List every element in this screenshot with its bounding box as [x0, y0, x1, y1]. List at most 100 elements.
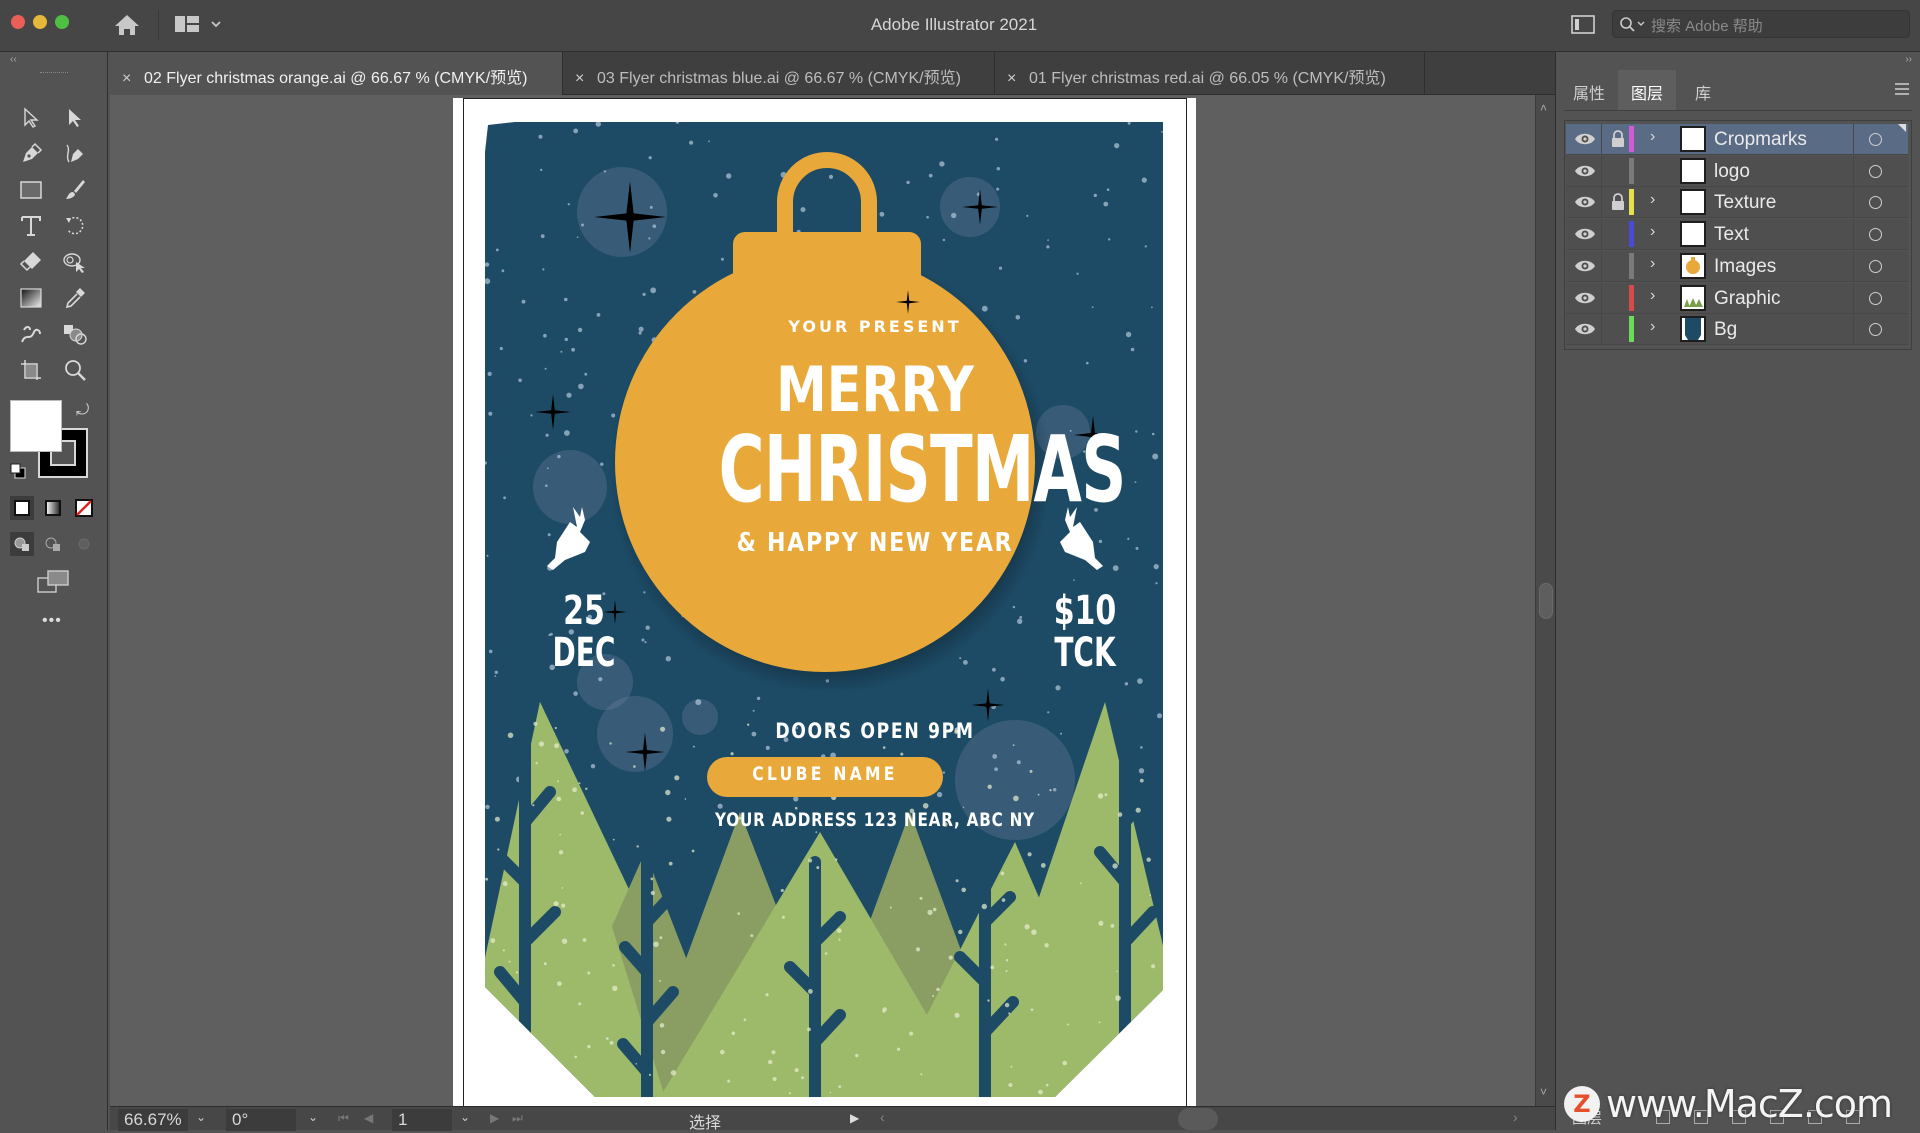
draw-behind-button[interactable] — [41, 532, 65, 556]
eraser-tool[interactable] — [14, 246, 48, 278]
layer-target-icon[interactable] — [1869, 291, 1882, 305]
lock-toggle[interactable] — [1610, 320, 1626, 338]
rotation-dropdown-icon[interactable]: ⌄ — [308, 1110, 318, 1124]
tab-libraries[interactable]: 库 — [1678, 70, 1728, 110]
pen-tool[interactable] — [14, 138, 48, 170]
layer-row-images[interactable]: › Images — [1566, 250, 1908, 282]
tab-blue-flyer[interactable]: × 03 Flyer christmas blue.ai @ 66.67 % (C… — [563, 52, 995, 95]
shape-builder-tool[interactable] — [58, 318, 92, 350]
swap-fill-stroke-icon[interactable]: ⤾ — [76, 402, 89, 420]
draw-inside-button[interactable] — [72, 532, 96, 556]
layer-name[interactable]: Text — [1714, 224, 1749, 246]
layer-target-icon[interactable] — [1869, 164, 1882, 178]
lock-icon[interactable] — [1610, 130, 1626, 148]
last-artboard-icon[interactable]: ⏭ — [512, 1111, 523, 1126]
expand-chevron-icon[interactable]: › — [1650, 287, 1655, 305]
collapse-panel-icon[interactable]: ›› — [1905, 54, 1912, 65]
layer-target-icon[interactable] — [1869, 196, 1882, 210]
tab-layers[interactable]: 图层 — [1618, 70, 1676, 110]
layer-name[interactable]: logo — [1714, 161, 1750, 183]
gradient-tool[interactable] — [14, 282, 48, 314]
rotate-tool[interactable] — [58, 210, 92, 242]
lock-icon[interactable] — [1610, 193, 1626, 211]
more-tools-button[interactable]: ••• — [42, 612, 62, 630]
horizontal-scroll-thumb[interactable] — [1178, 1108, 1218, 1130]
expand-chevron-icon[interactable]: › — [1650, 255, 1655, 273]
scroll-thumb[interactable] — [1539, 583, 1553, 619]
scroll-right-icon[interactable]: › — [1513, 1109, 1518, 1125]
zoom-dropdown-icon[interactable]: ⌄ — [196, 1110, 206, 1124]
panel-toggle-icon[interactable] — [1570, 13, 1598, 37]
lock-toggle[interactable] — [1610, 257, 1626, 275]
expand-chevron-icon[interactable]: › — [1650, 223, 1655, 241]
layer-row-bg[interactable]: › Bg — [1566, 314, 1908, 346]
layer-row-cropmarks[interactable]: › Cropmarks — [1566, 124, 1908, 155]
vertical-scrollbar[interactable]: ˄ ˅ — [1535, 95, 1555, 1106]
eyedropper-tool[interactable] — [58, 282, 92, 314]
collapse-toolbar-icon[interactable]: ‹‹ — [10, 54, 17, 65]
layer-target-icon[interactable] — [1869, 323, 1882, 337]
layer-name[interactable]: Cropmarks — [1714, 129, 1807, 151]
symbol-sprayer-tool[interactable] — [14, 318, 48, 350]
scroll-up-icon[interactable]: ˄ — [1540, 101, 1547, 115]
tab-orange-flyer[interactable]: × 02 Flyer christmas orange.ai @ 66.67 % … — [110, 52, 563, 95]
visibility-eye-icon[interactable] — [1574, 194, 1596, 210]
screen-mode-button[interactable] — [36, 568, 72, 596]
zoom-level-field[interactable]: 66.67% — [118, 1109, 188, 1131]
default-fill-stroke-icon[interactable] — [9, 462, 27, 480]
panel-menu-icon[interactable] — [1894, 82, 1910, 96]
visibility-eye-icon[interactable] — [1574, 226, 1596, 242]
scroll-left-icon[interactable]: ‹ — [880, 1109, 885, 1125]
visibility-eye-icon[interactable] — [1574, 258, 1596, 274]
draw-normal-button[interactable] — [10, 532, 34, 556]
scroll-down-icon[interactable]: ˅ — [1540, 1085, 1547, 1099]
color-mode-button[interactable] — [10, 496, 34, 520]
paintbrush-tool[interactable] — [58, 174, 92, 206]
visibility-eye-icon[interactable] — [1574, 321, 1596, 337]
selection-tool[interactable] — [14, 102, 48, 134]
close-tab-icon[interactable]: × — [122, 70, 144, 88]
close-tab-icon[interactable]: × — [1007, 70, 1029, 88]
close-tab-icon[interactable]: × — [575, 70, 597, 88]
visibility-eye-icon[interactable] — [1574, 131, 1596, 147]
previous-artboard-icon[interactable]: ◀ — [364, 1111, 373, 1125]
artboard-dropdown-icon[interactable]: ⌄ — [460, 1110, 470, 1124]
layer-name[interactable]: Texture — [1714, 192, 1776, 214]
expand-chevron-icon[interactable]: › — [1650, 318, 1655, 336]
layer-target-icon[interactable] — [1869, 228, 1882, 242]
none-mode-button[interactable] — [72, 496, 96, 520]
rotation-field[interactable]: 0° — [226, 1109, 296, 1131]
lock-toggle[interactable] — [1610, 162, 1626, 180]
next-artboard-icon[interactable]: ▶ — [490, 1111, 499, 1125]
canvas[interactable]: YOUR PRESENT MERRY CHRISTMAS & HAPPY NEW… — [110, 95, 1535, 1106]
layer-name[interactable]: Images — [1714, 256, 1776, 278]
visibility-eye-icon[interactable] — [1574, 163, 1596, 179]
toolbar-grip[interactable] — [40, 72, 68, 75]
rectangle-tool[interactable] — [14, 174, 48, 206]
layer-row-text[interactable]: › Text — [1566, 219, 1908, 251]
tab-properties[interactable]: 属性 — [1564, 70, 1614, 110]
help-search-input[interactable]: 搜索 Adobe 帮助 — [1612, 10, 1910, 38]
zoom-tool[interactable] — [58, 354, 92, 386]
type-tool[interactable] — [14, 210, 48, 242]
direct-selection-tool[interactable] — [58, 102, 92, 134]
tool-status-label[interactable]: 选择 — [540, 1107, 870, 1133]
visibility-eye-icon[interactable] — [1574, 290, 1596, 306]
fill-swatch[interactable] — [10, 400, 62, 452]
artboard-tool[interactable] — [14, 354, 48, 386]
layer-name[interactable]: Bg — [1714, 319, 1737, 341]
layer-row-graphic[interactable]: › Graphic — [1566, 282, 1908, 314]
expand-chevron-icon[interactable]: › — [1650, 128, 1655, 146]
lock-toggle[interactable] — [1610, 289, 1626, 307]
layer-target-icon[interactable] — [1869, 259, 1882, 273]
gradient-mode-button[interactable] — [41, 496, 65, 520]
puppet-warp-tool[interactable] — [58, 246, 92, 278]
layer-name[interactable]: Graphic — [1714, 288, 1781, 310]
curvature-tool[interactable] — [58, 138, 92, 170]
layer-row-texture[interactable]: › Texture — [1566, 187, 1908, 219]
status-menu-arrow-icon[interactable]: ▶ — [850, 1111, 859, 1125]
expand-chevron-icon[interactable]: › — [1650, 191, 1655, 209]
first-artboard-icon[interactable]: ⏮ — [338, 1111, 349, 1126]
artboard-number-field[interactable]: 1 — [392, 1109, 452, 1131]
tab-red-flyer[interactable]: × 01 Flyer christmas red.ai @ 66.05 % (CM… — [995, 52, 1425, 95]
